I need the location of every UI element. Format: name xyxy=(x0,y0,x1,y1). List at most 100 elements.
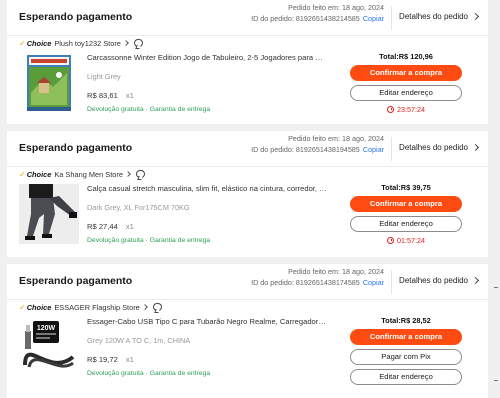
order-card: Esperando pagamento Pedido feito em: 18 … xyxy=(7,264,488,398)
order-total: Total:R$ 39,75 xyxy=(381,183,431,192)
order-total: Total:R$ 120,96 xyxy=(379,52,433,61)
edit-address-button[interactable]: Editar endereço xyxy=(350,369,462,385)
order-id: ID do pedido: 8192651438174585 xyxy=(251,277,360,287)
order-total: Total:R$ 28,52 xyxy=(381,316,431,325)
order-header: Esperando pagamento Pedido feito em: 18 … xyxy=(7,264,488,300)
chevron-right-icon xyxy=(125,171,131,177)
order-date: Pedido feito em: 18 ago, 2024 xyxy=(288,267,384,276)
order-actions: Total:R$ 120,96 Confirmar a compra Edita… xyxy=(350,52,462,114)
order-status: Esperando pagamento xyxy=(19,11,133,23)
product-info: Calça casual stretch masculina, slim fit… xyxy=(87,184,327,244)
order-header: Esperando pagamento Pedido feito em: 18 … xyxy=(7,0,488,36)
product-qty: x1 xyxy=(125,222,134,231)
product-price: R$ 27,44 xyxy=(87,222,118,231)
store-name-link[interactable]: Plush toy1232 Store xyxy=(54,39,121,48)
product-variant: Grey 120W A TO C, 1m, CHINA xyxy=(87,336,191,345)
choice-badge: ✓ Choice xyxy=(19,303,51,312)
order-details-label: Detalhes do pedido xyxy=(399,12,468,21)
pants-model-image[interactable] xyxy=(19,184,79,244)
product-info: Essager-Cabo USB Tipo C para Tubarão Neg… xyxy=(87,317,327,377)
chevron-right-icon xyxy=(123,40,129,46)
payment-timer: 01:57:24 xyxy=(350,236,462,245)
payment-timer: 23:57:24 xyxy=(350,105,462,114)
order-details-link[interactable]: Detalhes do pedido xyxy=(399,143,480,152)
chevron-right-icon xyxy=(471,143,480,152)
product-variant: Dark Grey, XL For175CM 70KG xyxy=(87,203,190,212)
usb-cable-image[interactable]: 120W xyxy=(19,317,79,377)
order-id: ID do pedido: 8192651438194585 xyxy=(251,144,360,154)
divider xyxy=(391,6,392,30)
order-id: ID do pedido: 8192651438214585 xyxy=(251,13,360,23)
order-details-link[interactable]: Detalhes do pedido xyxy=(399,276,480,285)
check-icon: ✓ xyxy=(19,38,26,48)
order-date: Pedido feito em: 18 ago, 2024 xyxy=(288,3,384,12)
divider xyxy=(391,270,392,294)
store-row: ✓ Choice Plush toy1232 Store xyxy=(19,38,143,48)
choice-label: Choice xyxy=(26,169,52,179)
message-icon[interactable] xyxy=(152,303,162,311)
choice-badge: ✓ Choice xyxy=(19,39,51,48)
choice-badge: ✓ Choice xyxy=(19,170,51,179)
order-details-link[interactable]: Detalhes do pedido xyxy=(399,12,480,21)
order-date: Pedido feito em: 18 ago, 2024 xyxy=(288,134,384,143)
product-title[interactable]: Carcassonne Winter Edition Jogo de Tabul… xyxy=(87,53,327,62)
price-row: R$ 83,61 x1 xyxy=(87,91,327,100)
product-price: R$ 83,61 xyxy=(87,91,118,100)
confirm-purchase-button[interactable]: Confirmar a compra xyxy=(350,65,462,81)
confirm-purchase-button[interactable]: Confirmar a compra xyxy=(350,329,462,345)
confirm-purchase-button[interactable]: Confirmar a compra xyxy=(350,196,462,212)
price-row: R$ 27,44 x1 xyxy=(87,222,327,231)
guarantee-text: Devolução gratuita · Garantia de entrega xyxy=(87,370,211,377)
order-actions: Total:R$ 39,75 Confirmar a compra Editar… xyxy=(350,183,462,245)
board-game-box-image[interactable] xyxy=(19,53,79,113)
product-qty: x1 xyxy=(125,91,134,100)
order-details-label: Detalhes do pedido xyxy=(399,143,468,152)
store-row: ✓ Choice ESSAGER Flagship Store xyxy=(19,302,162,312)
product-price: R$ 19,72 xyxy=(87,355,118,364)
timer-value: 01:57:24 xyxy=(397,236,425,245)
message-icon[interactable] xyxy=(133,39,143,47)
order-details-label: Detalhes do pedido xyxy=(399,276,468,285)
message-icon[interactable] xyxy=(135,170,145,178)
product-qty: x1 xyxy=(125,355,134,364)
order-meta: Pedido feito em: 18 ago, 2024 ID do pedi… xyxy=(251,267,384,288)
guarantee-text: Devolução gratuita · Garantia de entrega xyxy=(87,106,211,113)
edit-address-button[interactable]: Editar endereço xyxy=(350,216,462,232)
thumb-badge-text: 120W xyxy=(37,325,56,332)
product-info: Carcassonne Winter Edition Jogo de Tabul… xyxy=(87,53,327,113)
chevron-right-icon xyxy=(471,276,480,285)
product-variant: Light Grey xyxy=(87,72,121,81)
order-status: Esperando pagamento xyxy=(19,275,133,287)
order-actions: Total:R$ 28,52 Confirmar a compra Pagar … xyxy=(350,316,462,389)
scroll-indicator xyxy=(494,287,498,288)
choice-label: Choice xyxy=(26,38,52,48)
order-meta: Pedido feito em: 18 ago, 2024 ID do pedi… xyxy=(251,134,384,155)
product-title[interactable]: Calça casual stretch masculina, slim fit… xyxy=(87,184,327,193)
order-card: Esperando pagamento Pedido feito em: 18 … xyxy=(7,131,488,257)
check-icon: ✓ xyxy=(19,302,26,312)
choice-label: Choice xyxy=(26,302,52,312)
store-name-link[interactable]: Ka Shang Men Store xyxy=(54,170,123,179)
store-row: ✓ Choice Ka Shang Men Store xyxy=(19,169,145,179)
clock-icon xyxy=(387,237,394,244)
chevron-right-icon xyxy=(471,12,480,21)
order-header: Esperando pagamento Pedido feito em: 18 … xyxy=(7,131,488,167)
product-title[interactable]: Essager-Cabo USB Tipo C para Tubarão Neg… xyxy=(87,317,327,326)
guarantee-text: Devolução gratuita · Garantia de entrega xyxy=(87,237,211,244)
divider xyxy=(391,137,392,161)
order-meta: Pedido feito em: 18 ago, 2024 ID do pedi… xyxy=(251,3,384,24)
clock-icon xyxy=(387,106,394,113)
copy-order-id-link[interactable]: Copiar xyxy=(363,145,384,154)
copy-order-id-link[interactable]: Copiar xyxy=(363,278,384,287)
chevron-right-icon xyxy=(141,304,148,310)
check-icon: ✓ xyxy=(19,169,26,179)
store-name-link[interactable]: ESSAGER Flagship Store xyxy=(54,303,139,312)
order-card: Esperando pagamento Pedido feito em: 18 … xyxy=(7,0,488,124)
edit-address-button[interactable]: Editar endereço xyxy=(350,85,462,101)
timer-value: 23:57:24 xyxy=(397,105,425,114)
copy-order-id-link[interactable]: Copiar xyxy=(363,14,384,23)
pay-with-pix-button[interactable]: Pagar com Pix xyxy=(350,349,462,365)
order-status: Esperando pagamento xyxy=(19,142,133,154)
scroll-indicator xyxy=(494,380,498,381)
price-row: R$ 19,72 x1 xyxy=(87,355,327,364)
